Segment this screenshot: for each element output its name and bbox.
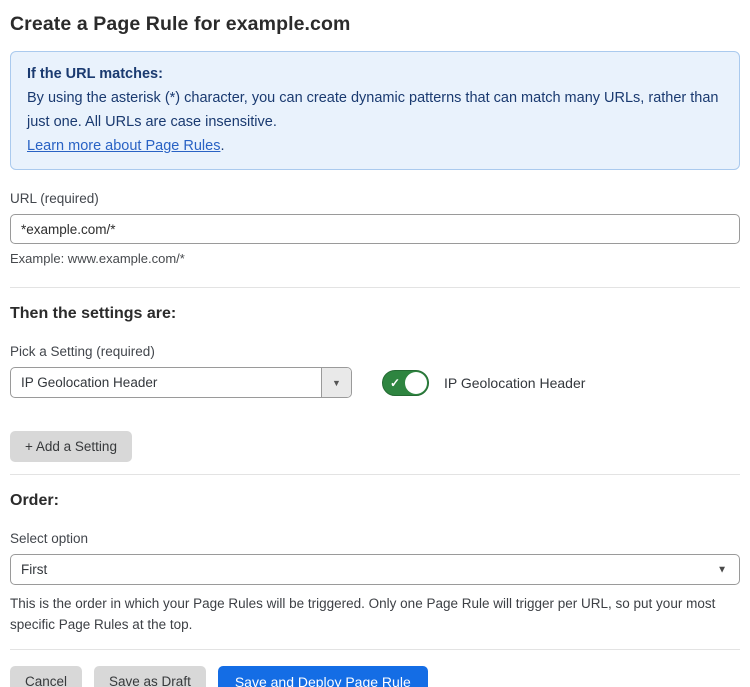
pick-setting-label: Pick a Setting (required) [10,344,740,359]
divider-footer [10,649,740,650]
setting-row: IP Geolocation Header ▼ ✓ IP Geolocation… [10,367,740,398]
order-section-heading: Order: [10,492,740,510]
create-page-rule-panel: Create a Page Rule for example.com If th… [0,0,750,687]
save-deploy-button[interactable]: Save and Deploy Page Rule [218,666,428,687]
settings-section-heading: Then the settings are: [10,305,740,323]
url-input[interactable] [10,214,740,244]
setting-picker-select[interactable]: IP Geolocation Header ▼ [10,367,352,398]
cancel-button[interactable]: Cancel [10,666,82,687]
setting-picker-value: IP Geolocation Header [11,368,321,397]
caret-down-icon: ▼ [717,564,727,575]
divider-settings [10,287,740,288]
ip-geolocation-toggle[interactable]: ✓ [382,370,429,396]
toggle-knob [405,372,427,394]
caret-down-icon[interactable]: ▼ [321,368,351,397]
save-draft-button[interactable]: Save as Draft [94,666,206,687]
url-field-label: URL (required) [10,191,740,206]
info-box-link-line: Learn more about Page Rules. [27,134,723,158]
toggle-label: IP Geolocation Header [444,375,585,391]
order-select[interactable]: First ▼ [10,554,740,585]
info-box-heading: If the URL matches: [27,62,723,86]
order-select-label: Select option [10,531,740,546]
add-setting-button[interactable]: + Add a Setting [10,431,132,462]
learn-more-link[interactable]: Learn more about Page Rules [27,138,220,154]
link-suffix: . [220,138,224,154]
check-icon: ✓ [390,377,400,389]
url-helper-text: Example: www.example.com/* [10,251,740,266]
divider-order [10,474,740,475]
url-matches-info-box: If the URL matches: By using the asteris… [10,51,740,170]
page-title: Create a Page Rule for example.com [10,13,740,36]
footer-button-row: Cancel Save as Draft Save and Deploy Pag… [10,666,740,687]
info-box-body: By using the asterisk (*) character, you… [27,86,723,134]
order-helper-text: This is the order in which your Page Rul… [10,593,734,635]
order-select-value: First [21,562,47,577]
